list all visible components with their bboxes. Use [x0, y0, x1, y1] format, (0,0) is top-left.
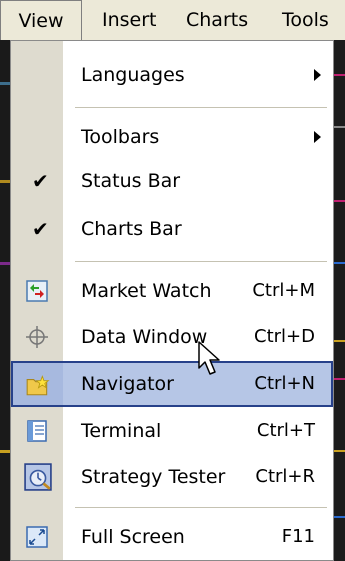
menu-item-label: Navigator: [81, 373, 174, 395]
menu-view[interactable]: View: [0, 0, 82, 40]
navigator-folder-star-icon: [26, 375, 50, 396]
submenu-arrow-icon: [314, 69, 321, 81]
shortcut-label: Ctrl+N: [254, 373, 315, 394]
menu-item-status-bar[interactable]: ✔ Status Bar: [11, 159, 333, 203]
background-chart-right: [334, 40, 345, 561]
crosshair-icon: [26, 326, 48, 348]
menu-separator: [75, 107, 327, 109]
view-dropdown-menu: Languages Toolbars ✔ Status Bar ✔ Charts…: [10, 40, 334, 561]
menu-item-label: Languages: [81, 64, 185, 86]
strategy-tester-icon: [24, 463, 52, 491]
submenu-arrow-icon: [314, 131, 321, 143]
menu-item-label: Strategy Tester: [81, 466, 226, 488]
market-watch-icon: [26, 280, 48, 302]
menu-item-label: Full Screen: [81, 526, 185, 548]
shortcut-label: Ctrl+M: [252, 280, 315, 301]
menu-insert[interactable]: Insert: [102, 0, 157, 40]
menu-item-label: Status Bar: [81, 170, 181, 192]
menu-item-label: Toolbars: [81, 126, 160, 148]
shortcut-label: Ctrl+R: [255, 466, 315, 487]
menu-item-label: Data Window: [81, 326, 208, 348]
checkmark-icon: ✔: [32, 217, 49, 241]
menu-item-toolbars[interactable]: Toolbars: [11, 115, 333, 159]
menu-item-data-window[interactable]: Data Window Ctrl+D: [11, 315, 333, 359]
full-screen-icon: [26, 526, 48, 548]
checkmark-icon: ✔: [32, 169, 49, 193]
terminal-icon: [27, 420, 47, 442]
menu-bar: View Insert Charts Tools: [0, 0, 345, 41]
menu-item-label: Terminal: [81, 420, 162, 442]
shortcut-label: F11: [281, 526, 315, 547]
menu-item-full-screen[interactable]: Full Screen F11: [11, 515, 333, 559]
menu-item-terminal[interactable]: Terminal Ctrl+T: [11, 409, 333, 453]
shortcut-label: Ctrl+D: [254, 326, 315, 347]
menu-separator: [75, 507, 327, 509]
menu-item-languages[interactable]: Languages: [11, 53, 333, 97]
menu-item-label: Market Watch: [81, 280, 212, 302]
shortcut-label: Ctrl+T: [256, 420, 315, 441]
menu-charts[interactable]: Charts: [186, 0, 248, 40]
menu-separator: [75, 261, 327, 263]
menu-item-market-watch[interactable]: Market Watch Ctrl+M: [11, 269, 333, 313]
menu-item-strategy-tester[interactable]: Strategy Tester Ctrl+R: [11, 455, 333, 499]
menu-item-label: Charts Bar: [81, 218, 182, 240]
menu-tools[interactable]: Tools: [282, 0, 329, 40]
menu-item-charts-bar[interactable]: ✔ Charts Bar: [11, 207, 333, 251]
menu-item-navigator[interactable]: Navigator Ctrl+N: [11, 361, 333, 407]
mouse-pointer-icon: [198, 341, 220, 375]
background-chart-left: [0, 40, 10, 561]
